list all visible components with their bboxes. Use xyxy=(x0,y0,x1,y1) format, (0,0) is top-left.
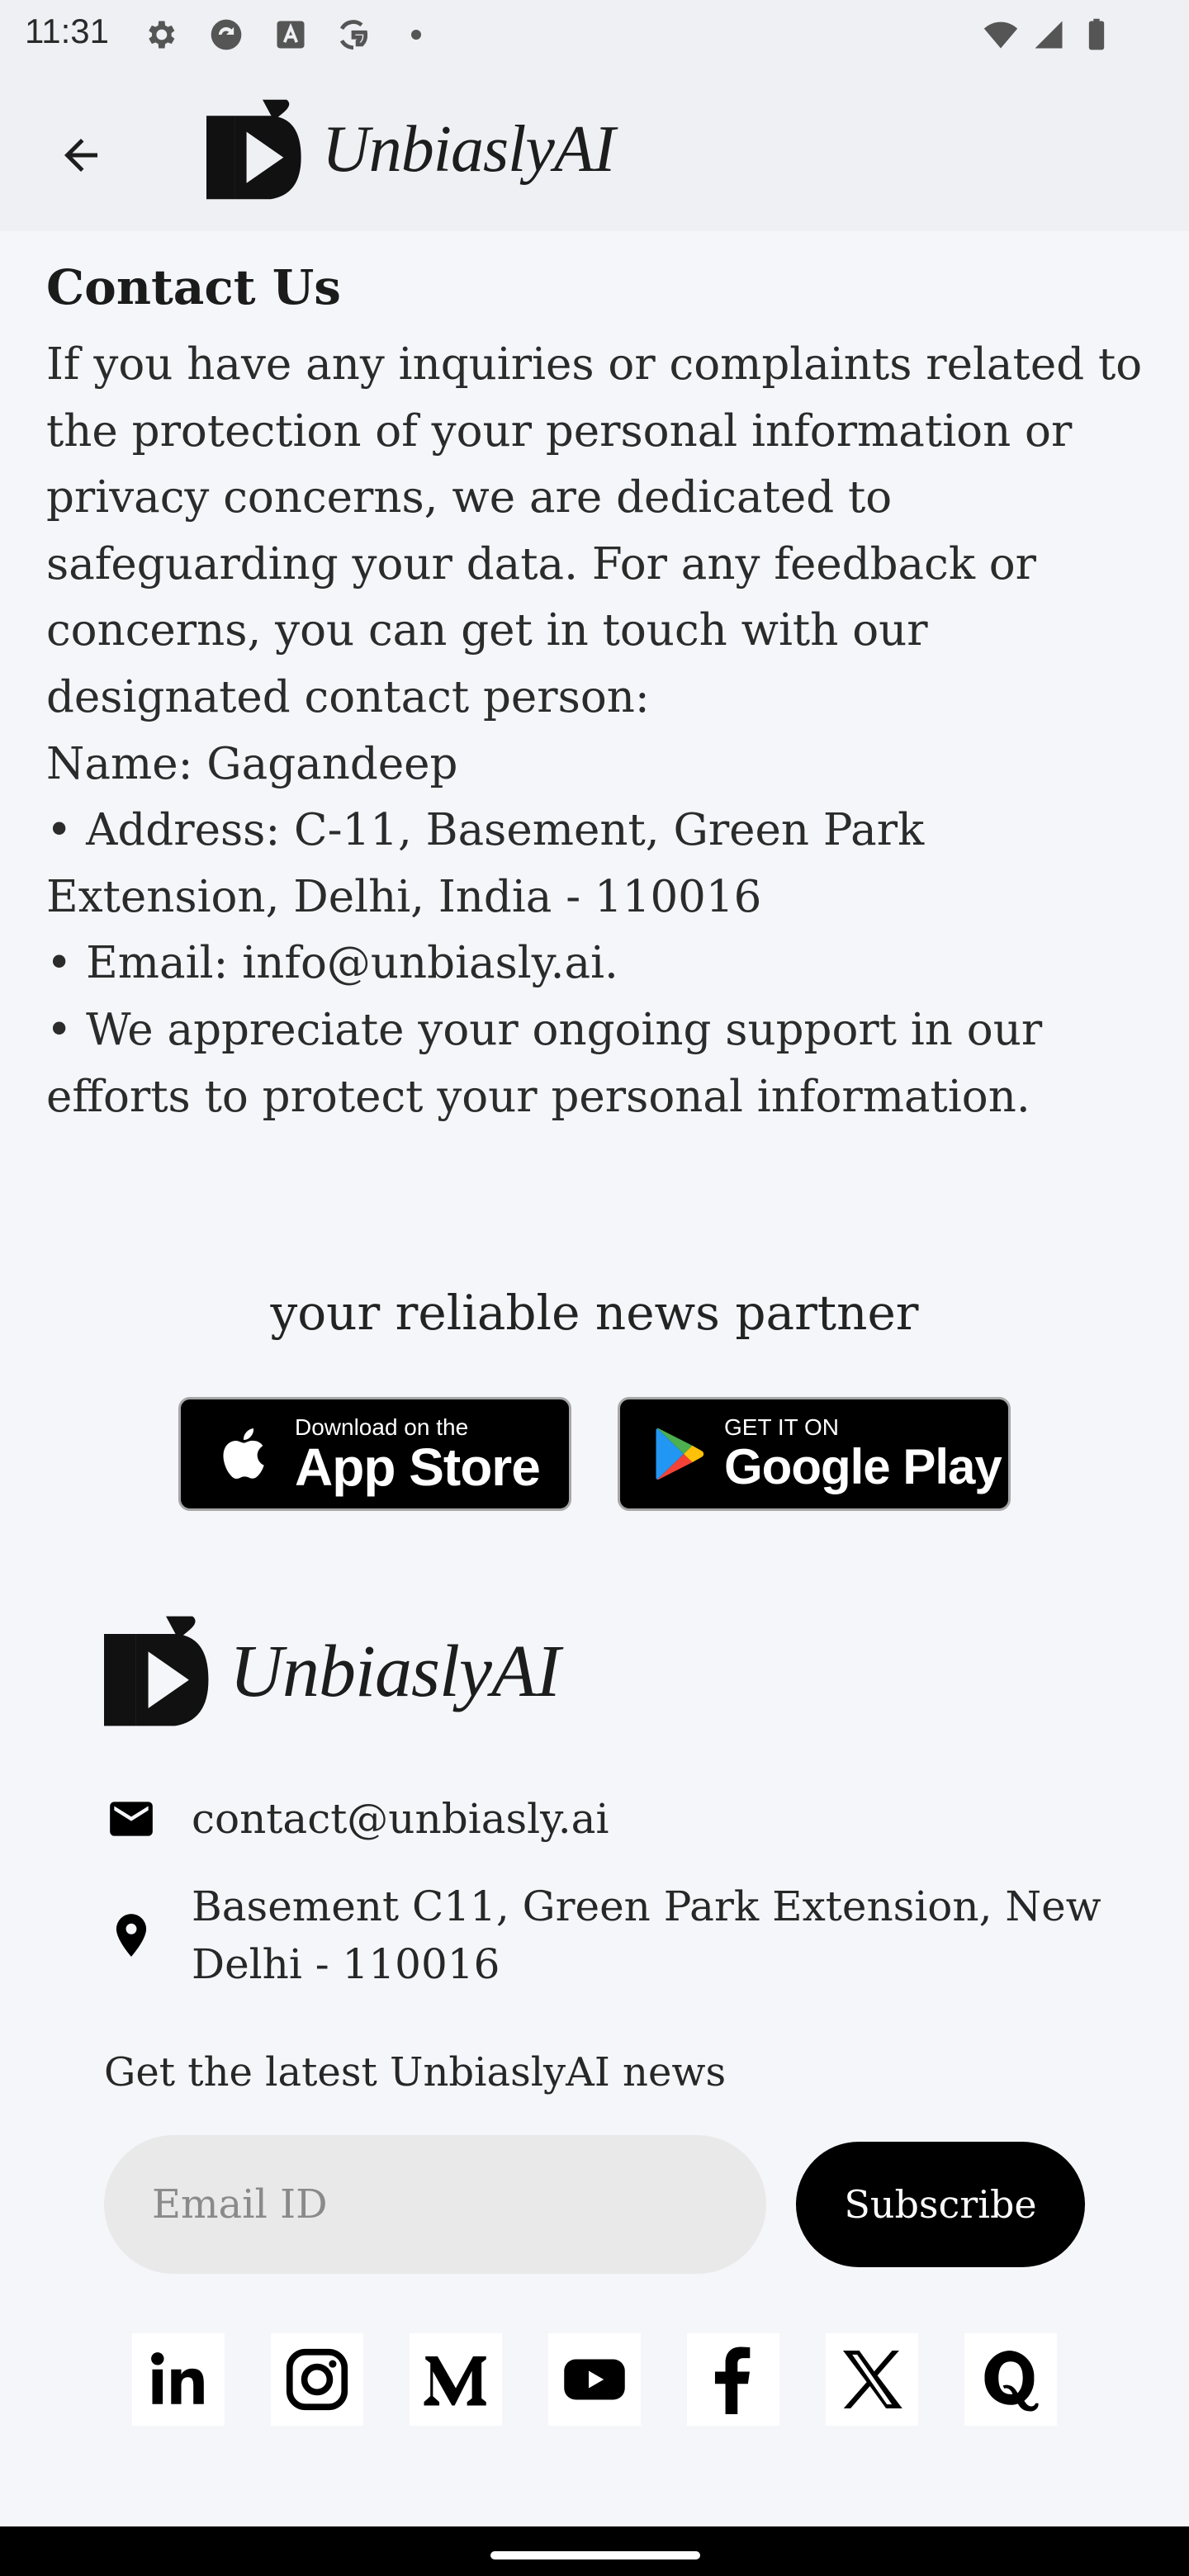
instagram-link[interactable] xyxy=(271,2333,363,2426)
header-logo: UnbiaslyAI xyxy=(206,99,615,200)
app-store-big: App Store xyxy=(295,1437,541,1497)
logo-mark-icon xyxy=(206,99,301,200)
medium-icon xyxy=(424,2356,486,2406)
mail-icon xyxy=(104,1792,159,1846)
footer-email-row[interactable]: contact@unbiasly.ai xyxy=(104,1790,609,1848)
battery-icon xyxy=(1078,17,1115,53)
youtube-link[interactable] xyxy=(548,2333,641,2426)
logo-text: UnbiaslyAI xyxy=(322,112,615,186)
medium-link[interactable] xyxy=(410,2333,502,2426)
quora-link[interactable] xyxy=(964,2333,1057,2426)
google-play-big: Google Play xyxy=(724,1439,1002,1494)
location-pin-icon xyxy=(104,1908,159,1963)
linkedin-icon xyxy=(151,2352,204,2404)
apple-icon xyxy=(223,1428,264,1479)
arrow-back-icon xyxy=(64,139,97,172)
closing-note: • We appreciate your ongoing support in … xyxy=(46,1004,1043,1122)
footer-address: Basement C11, Green Park Extension, New … xyxy=(192,1878,1101,1993)
newsletter-email-input[interactable] xyxy=(104,2135,766,2274)
quora-icon xyxy=(984,2351,1039,2412)
app-bar: UnbiaslyAI xyxy=(0,69,1189,231)
newsletter-label: Get the latest UnbiaslyAI news xyxy=(104,2049,727,2095)
facebook-icon xyxy=(714,2346,751,2414)
x-icon xyxy=(843,2351,902,2408)
back-button[interactable] xyxy=(46,121,116,190)
google-play-button[interactable]: GET IT ON Google Play xyxy=(618,1397,1011,1511)
wifi-icon xyxy=(983,17,1019,53)
footer-address-row: Basement C11, Green Park Extension, New … xyxy=(104,1878,1101,1993)
footer-email: contact@unbiasly.ai xyxy=(192,1795,609,1843)
contact-address: • Address: C-11, Basement, Green Park Ex… xyxy=(46,805,925,922)
footer-address-line2: Delhi - 110016 xyxy=(192,1940,500,1988)
google-play-icon xyxy=(656,1428,704,1480)
footer-address-line1: Basement C11, Green Park Extension, New xyxy=(192,1882,1101,1930)
settings-icon xyxy=(142,17,178,53)
x-link[interactable] xyxy=(826,2333,918,2426)
footer-logo: UnbiaslyAI xyxy=(104,1615,561,1727)
contact-section: Contact Us If you have any inquiries or … xyxy=(46,248,1153,1130)
subscribe-button[interactable]: Subscribe xyxy=(796,2142,1085,2267)
instagram-icon xyxy=(286,2348,348,2411)
status-time: 11:31 xyxy=(25,12,109,50)
app-store-button[interactable]: Download on the App Store xyxy=(178,1397,571,1511)
google-play-small: GET IT ON xyxy=(724,1414,839,1440)
footer-logo-mark-icon xyxy=(104,1616,209,1726)
footer-logo-text: UnbiaslyAI xyxy=(230,1630,561,1712)
youtube-icon xyxy=(564,2359,625,2400)
contact-email: • Email: info@unbiasly.ai. xyxy=(46,938,618,989)
contact-body: If you have any inquiries or complaints … xyxy=(46,332,1153,1130)
google-icon xyxy=(335,17,372,53)
sync-icon xyxy=(208,17,244,53)
status-bar: 11:31 xyxy=(0,0,1189,69)
contact-name: Name: Gagandeep xyxy=(46,738,458,789)
page-title: Contact Us xyxy=(46,259,341,315)
footer-tagline: your reliable news partner xyxy=(270,1285,919,1341)
home-handle[interactable] xyxy=(490,2551,700,2559)
signal-icon xyxy=(1030,17,1067,53)
font-icon xyxy=(272,17,309,53)
facebook-link[interactable] xyxy=(687,2333,779,2426)
intro-paragraph: If you have any inquiries or complaints … xyxy=(46,339,1143,722)
linkedin-link[interactable] xyxy=(132,2333,225,2426)
dot-icon xyxy=(411,30,421,40)
